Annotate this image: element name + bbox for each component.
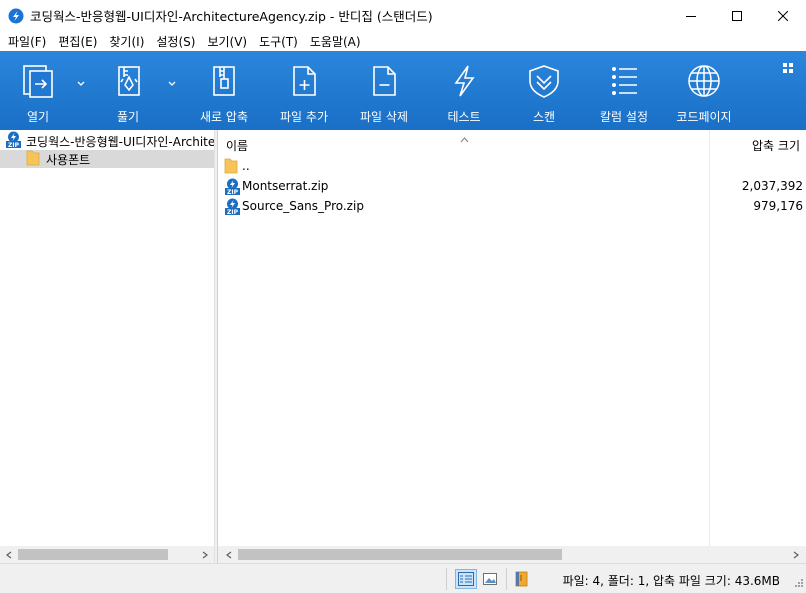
menu-find[interactable]: 찾기(I) [103, 33, 150, 50]
test-button[interactable]: 테스트 [436, 51, 492, 130]
scrollbar-thumb[interactable] [18, 549, 168, 560]
scan-shield-icon [529, 65, 559, 98]
extract-label: 풀기 [116, 110, 140, 124]
maximize-icon [732, 10, 742, 21]
maximize-button[interactable] [714, 0, 760, 31]
column-header: 이름 압축 크기 [218, 130, 806, 156]
file-list[interactable]: 이름 압축 크기 .. ZIP Montserrat.zip 2,037,392… [218, 130, 806, 546]
scroll-right-icon[interactable] [787, 546, 804, 563]
menu-bar: 파일(F) 편집(E) 찾기(I) 설정(S) 보기(V) 도구(T) 도움말(… [0, 31, 806, 51]
toolbar-layout-icon[interactable] [782, 62, 794, 77]
codepage-label: 코드페이지 [676, 110, 732, 124]
extract-button[interactable]: 풀기 [102, 51, 154, 130]
list-item[interactable]: ZIP Montserrat.zip 2,037,392 [218, 176, 806, 196]
close-icon [778, 10, 788, 21]
status-divider [506, 568, 507, 590]
file-name: Montserrat.zip [242, 179, 329, 193]
new-archive-label: 새로 압축 [200, 110, 248, 124]
window-controls [668, 0, 806, 31]
thumbnail-view-button[interactable] [479, 569, 501, 589]
archive-info-button[interactable] [510, 569, 532, 589]
chevron-down-icon [77, 81, 85, 86]
delete-file-button[interactable]: 파일 삭제 [356, 51, 412, 130]
open-dropdown-arrow[interactable] [76, 77, 88, 87]
tree-horizontal-scrollbar[interactable] [0, 546, 214, 563]
minimize-button[interactable] [668, 0, 714, 31]
column-settings-button[interactable]: 칼럼 설정 [596, 51, 652, 130]
codepage-globe-icon [688, 65, 720, 97]
bandizip-app-icon[interactable] [8, 8, 24, 24]
add-file-icon [293, 66, 316, 96]
menu-file[interactable]: 파일(F) [2, 33, 52, 50]
svg-text:ZIP: ZIP [8, 142, 20, 148]
menu-view[interactable]: 보기(V) [201, 33, 253, 50]
svg-text:ZIP: ZIP [227, 189, 239, 195]
columns-icon [612, 67, 637, 95]
details-view-icon [458, 572, 474, 586]
add-file-button[interactable]: 파일 추가 [276, 51, 332, 130]
tree-item-label: 사용폰트 [46, 152, 91, 167]
open-label: 열기 [26, 110, 50, 124]
scroll-right-icon[interactable] [196, 546, 213, 563]
file-size: 979,176 [753, 199, 803, 213]
close-button[interactable] [760, 0, 806, 31]
scan-button[interactable]: 스캔 [516, 51, 572, 130]
details-view-button[interactable] [455, 569, 477, 589]
list-item[interactable]: .. [218, 156, 806, 176]
column-header-name[interactable]: 이름 [226, 137, 248, 154]
minimize-icon [686, 15, 696, 17]
delete-file-label: 파일 삭제 [360, 110, 408, 124]
scroll-left-icon[interactable] [0, 546, 17, 563]
svg-text:ZIP: ZIP [227, 209, 239, 215]
menu-tools[interactable]: 도구(T) [253, 33, 304, 50]
title-bar: 코딩웍스-반응형웹-UI디자인-ArchitectureAgency.zip -… [0, 0, 806, 31]
resize-grip-icon[interactable] [794, 577, 804, 591]
status-summary: 파일: 4, 폴더: 1, 압축 파일 크기: 43.6MB [562, 574, 780, 588]
zip-icon: ZIP [224, 198, 241, 218]
delete-file-icon [373, 66, 396, 96]
test-label: 테스트 [447, 110, 481, 124]
sort-ascending-icon [460, 132, 469, 146]
list-horizontal-scrollbar[interactable] [218, 546, 806, 563]
file-name: Source_Sans_Pro.zip [242, 199, 364, 213]
open-button[interactable]: 열기 [12, 51, 64, 130]
open-icon [23, 65, 53, 98]
zip-icon: ZIP [224, 178, 241, 198]
toolbar: 열기 풀기 새로 압축 파일 추가 파일 삭제 테스트 스캔 칼럼 설정 코드페… [0, 51, 806, 130]
column-header-size[interactable]: 압축 크기 [752, 137, 800, 154]
folder-icon [26, 150, 40, 169]
extract-dropdown-arrow[interactable] [167, 77, 179, 87]
extract-icon [118, 66, 140, 96]
menu-help[interactable]: 도움말(A) [304, 33, 367, 50]
file-size: 2,037,392 [741, 179, 803, 193]
archive-book-icon [515, 571, 528, 587]
codepage-button[interactable]: 코드페이지 [676, 51, 732, 130]
menu-edit[interactable]: 편집(E) [52, 33, 103, 50]
test-lightning-icon [454, 65, 475, 97]
new-archive-button[interactable]: 새로 압축 [196, 51, 252, 130]
column-settings-label: 칼럼 설정 [600, 110, 648, 124]
tree-item-fonts[interactable]: 사용폰트 [0, 150, 214, 168]
thumbnail-view-icon [483, 573, 497, 585]
tree-root-label: 코딩웍스-반응형웹-UI디자인-ArchitectureAgency.zip [26, 134, 214, 149]
status-bar: 파일: 4, 폴더: 1, 압축 파일 크기: 43.6MB [0, 563, 806, 593]
file-name: .. [242, 159, 250, 173]
tree-root[interactable]: ZIP 코딩웍스-반응형웹-UI디자인-ArchitectureAgency.z… [0, 131, 214, 151]
list-item[interactable]: ZIP Source_Sans_Pro.zip 979,176 [218, 196, 806, 216]
window-title: 코딩웍스-반응형웹-UI디자인-ArchitectureAgency.zip -… [30, 9, 433, 24]
scrollbar-thumb[interactable] [238, 549, 562, 560]
chevron-down-icon [168, 81, 176, 86]
scan-label: 스캔 [532, 110, 556, 124]
add-file-label: 파일 추가 [280, 110, 328, 124]
status-divider [446, 568, 447, 590]
new-archive-icon [213, 66, 235, 96]
zip-icon: ZIP [5, 131, 22, 151]
menu-settings[interactable]: 설정(S) [150, 33, 201, 50]
folder-tree[interactable]: ZIP 코딩웍스-반응형웹-UI디자인-ArchitectureAgency.z… [0, 130, 214, 546]
scroll-left-icon[interactable] [220, 546, 237, 563]
folder-icon [224, 158, 238, 177]
